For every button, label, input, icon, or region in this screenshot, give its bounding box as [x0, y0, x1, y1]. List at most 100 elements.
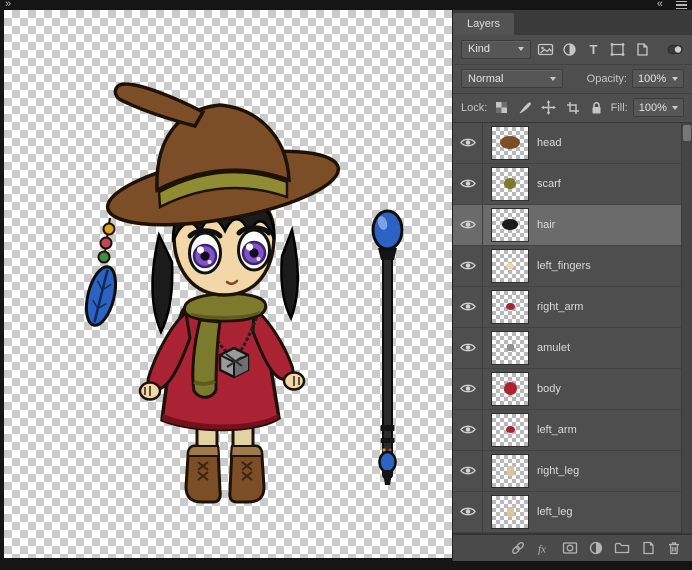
- layer-thumbnail[interactable]: [491, 166, 529, 201]
- layers-list: head scarf hair left_fingers right_arm a…: [453, 122, 681, 533]
- lock-pixels-icon[interactable]: [516, 98, 535, 117]
- panel-tab-bar: Layers: [453, 9, 692, 35]
- layer-row[interactable]: body: [453, 368, 681, 410]
- chevron-down-icon: [672, 105, 678, 110]
- layer-thumbnail-sprite: [506, 465, 514, 476]
- layer-thumbnail-sprite: [502, 219, 518, 230]
- layer-thumbnail-sprite: [505, 303, 515, 310]
- kind-filter-dropdown[interactable]: Kind: [461, 39, 531, 59]
- new-layer-icon[interactable]: [638, 539, 658, 557]
- layer-name: right_arm: [537, 300, 584, 313]
- layer-row[interactable]: right_leg: [453, 450, 681, 492]
- layer-visibility-toggle[interactable]: [453, 491, 483, 532]
- eye-icon: [459, 384, 476, 393]
- layer-name: scarf: [537, 177, 561, 190]
- layer-thumbnail[interactable]: [491, 494, 529, 529]
- app-bottom-bar: [0, 560, 692, 570]
- layer-thumbnail[interactable]: [491, 453, 529, 488]
- artwork-staff: [371, 209, 404, 485]
- collapse-panel-icon[interactable]: «: [657, 0, 663, 10]
- layer-visibility-toggle[interactable]: [453, 368, 483, 409]
- layer-thumbnail-sprite: [506, 344, 514, 351]
- shape-layer-filter-icon[interactable]: [608, 40, 627, 59]
- scrollbar-thumb[interactable]: [683, 124, 691, 141]
- svg-text:fx: fx: [538, 543, 546, 555]
- layer-thumbnail-sprite: [506, 262, 514, 269]
- layer-thumbnail-sprite: [506, 506, 514, 517]
- eye-icon: [459, 138, 476, 147]
- link-layers-icon[interactable]: [508, 539, 528, 557]
- layer-visibility-toggle[interactable]: [453, 122, 483, 163]
- smart-object-filter-icon[interactable]: [632, 40, 651, 59]
- layer-row[interactable]: hair: [453, 204, 681, 246]
- layer-thumbnail[interactable]: [491, 248, 529, 283]
- pixel-layer-filter-icon[interactable]: [536, 40, 555, 59]
- eye-icon: [459, 220, 476, 229]
- lock-transparency-icon[interactable]: [492, 98, 511, 117]
- layer-name: hair: [537, 218, 556, 231]
- layer-visibility-toggle[interactable]: [453, 204, 483, 245]
- layer-name: body: [537, 382, 561, 395]
- layer-name: right_leg: [537, 464, 580, 477]
- type-layer-filter-icon[interactable]: T: [584, 40, 603, 59]
- artwork-character: [84, 81, 341, 503]
- opacity-label: Opacity:: [586, 72, 627, 85]
- chevron-down-icon: [672, 76, 678, 81]
- layer-name: amulet: [537, 341, 571, 354]
- new-group-icon[interactable]: [612, 539, 632, 557]
- new-adjustment-layer-icon[interactable]: [586, 539, 606, 557]
- adjustment-layer-filter-icon[interactable]: [560, 40, 579, 59]
- layer-thumbnail[interactable]: [491, 371, 529, 406]
- layer-thumbnail[interactable]: [491, 125, 529, 160]
- expand-tools-icon[interactable]: »: [5, 0, 11, 10]
- layer-thumbnail[interactable]: [491, 207, 529, 242]
- layer-filter-bar: Kind T: [453, 35, 692, 65]
- layer-visibility-toggle[interactable]: [453, 327, 483, 368]
- layer-visibility-toggle[interactable]: [453, 245, 483, 286]
- layer-row[interactable]: head: [453, 122, 681, 164]
- lock-bar: Lock: Fill: 100%: [453, 94, 692, 123]
- layers-panel: Layers Kind T Normal Opacity: 100% Lock:…: [452, 9, 692, 561]
- app-top-bar: » «: [0, 0, 692, 10]
- lock-position-icon[interactable]: [540, 98, 559, 117]
- layer-filter-toggle-icon[interactable]: [665, 40, 684, 59]
- lock-artboard-icon[interactable]: [563, 98, 582, 117]
- fill-input[interactable]: 100%: [632, 98, 684, 117]
- delete-layer-icon[interactable]: [664, 539, 684, 557]
- opacity-value: 100%: [638, 72, 667, 85]
- layer-name: left_fingers: [537, 259, 591, 272]
- layer-visibility-toggle[interactable]: [453, 286, 483, 327]
- lock-label: Lock:: [461, 101, 488, 114]
- layer-visibility-toggle[interactable]: [453, 163, 483, 204]
- layer-visibility-toggle[interactable]: [453, 409, 483, 450]
- chevron-down-icon: [518, 47, 524, 51]
- layer-thumbnail[interactable]: [491, 412, 529, 447]
- kind-filter-value: Kind: [468, 43, 491, 55]
- chevron-down-icon: [550, 76, 556, 81]
- document-canvas[interactable]: [4, 9, 452, 558]
- layer-row[interactable]: left_arm: [453, 409, 681, 451]
- lock-all-icon[interactable]: [587, 98, 606, 117]
- layer-row[interactable]: amulet: [453, 327, 681, 369]
- blend-mode-dropdown[interactable]: Normal: [461, 69, 563, 88]
- layer-name: left_leg: [537, 505, 573, 518]
- opacity-input[interactable]: 100%: [632, 69, 684, 88]
- layer-row[interactable]: scarf: [453, 163, 681, 205]
- fill-value: 100%: [638, 101, 667, 114]
- layer-row[interactable]: right_arm: [453, 286, 681, 328]
- panel-menu-icon[interactable]: [676, 0, 687, 9]
- layer-name: left_arm: [537, 423, 577, 436]
- layer-row[interactable]: left_leg: [453, 491, 681, 533]
- eye-icon: [459, 179, 476, 188]
- layer-thumbnail-sprite: [500, 136, 520, 149]
- layer-thumbnail-sprite: [503, 382, 517, 395]
- add-layer-mask-icon[interactable]: [560, 539, 580, 557]
- layers-scrollbar[interactable]: [681, 122, 692, 533]
- layer-row[interactable]: left_fingers: [453, 245, 681, 287]
- layer-visibility-toggle[interactable]: [453, 450, 483, 491]
- eye-icon: [459, 507, 476, 516]
- layer-style-icon[interactable]: fx: [534, 539, 554, 557]
- tab-layers[interactable]: Layers: [453, 12, 515, 35]
- layer-thumbnail[interactable]: [491, 289, 529, 324]
- layer-thumbnail[interactable]: [491, 330, 529, 365]
